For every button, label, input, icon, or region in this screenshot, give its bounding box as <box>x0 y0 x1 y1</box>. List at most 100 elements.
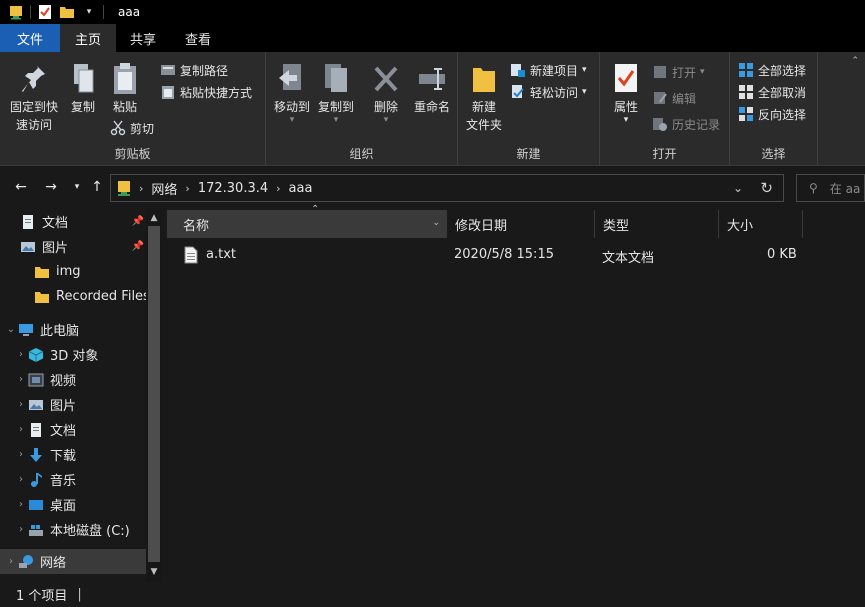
column-header-date[interactable]: 修改日期 <box>447 210 595 238</box>
delete-label: 删除 <box>373 100 398 114</box>
move-to-button[interactable]: 移动到 ▾ <box>270 62 314 125</box>
nav-downloads[interactable]: › 下载 <box>0 442 146 467</box>
column-header-name[interactable]: ⌃ 名称 ⌄ <box>167 204 447 238</box>
nav-pictures[interactable]: › 图片 <box>0 392 146 417</box>
text-file-icon <box>184 246 198 264</box>
table-row[interactable]: a.txt 2020/5/8 15:15 文本文档 0 KB <box>162 244 802 266</box>
nav-scrollbar[interactable]: ▲ ▼ <box>146 208 162 582</box>
breadcrumb-network[interactable]: 网络 <box>151 179 177 198</box>
collapsed-chevron-icon[interactable]: › <box>14 474 28 485</box>
file-name[interactable]: a.txt <box>206 247 236 262</box>
recent-locations-chevron-icon[interactable]: ▾ <box>68 178 86 196</box>
nav-desktop[interactable]: › 桌面 <box>0 492 146 517</box>
open-chevron-icon: ▾ <box>700 67 705 77</box>
copy-button[interactable]: 复制 <box>64 62 102 116</box>
edit-button[interactable]: 编辑 <box>652 88 696 108</box>
properties-button[interactable]: 属性 ▾ <box>606 62 646 125</box>
refresh-icon[interactable]: ↻ <box>760 179 773 197</box>
delete-x-icon <box>374 66 398 92</box>
search-box[interactable]: ⚲ 在 aa <box>796 174 865 202</box>
videos-icon <box>28 373 44 386</box>
address-history-chevron-icon[interactable]: ⌄ <box>733 181 743 195</box>
select-all-button[interactable]: 全部选择 <box>738 60 806 80</box>
tab-file[interactable]: 文件 <box>0 24 60 52</box>
nav-quick-pictures[interactable]: 图片 📌 <box>0 234 146 259</box>
collapsed-chevron-icon[interactable]: › <box>4 556 18 567</box>
column-header-size[interactable]: 大小 <box>719 210 803 238</box>
clipboard-group: 固定到快 速访问 复制 粘贴 复制路径 粘贴快捷方式 剪切 剪贴板 <box>0 52 266 166</box>
cut-button[interactable]: 剪切 <box>110 118 154 138</box>
collapsed-chevron-icon[interactable]: › <box>14 424 28 435</box>
easy-access-label: 轻松访问 <box>530 85 579 100</box>
new-folder-button[interactable]: 新建 文件夹 <box>462 62 506 134</box>
up-arrow-icon[interactable]: ↑ <box>88 178 106 196</box>
rename-button[interactable]: 重命名 <box>408 62 456 116</box>
column-header-type[interactable]: 类型 <box>595 210 719 238</box>
nav-local-disk-c[interactable]: › 本地磁盘 (C:) <box>0 517 146 542</box>
pinned-icon[interactable]: 📌 <box>132 216 144 227</box>
back-arrow-icon[interactable]: ← <box>12 178 30 196</box>
quick-access-separator <box>30 5 31 19</box>
nav-3d-objects[interactable]: › 3D 对象 <box>0 342 146 367</box>
customize-quick-access-icon[interactable]: ▾ <box>81 4 97 20</box>
file-date: 2020/5/8 15:15 <box>454 247 554 262</box>
tab-view[interactable]: 查看 <box>170 24 226 52</box>
paste-label: 粘贴 <box>112 100 137 114</box>
new-folder-icon <box>473 68 495 92</box>
nav-quick-documents[interactable]: 文档 📌 <box>0 209 146 234</box>
collapsed-chevron-icon[interactable]: › <box>14 399 28 410</box>
scrollbar-thumb[interactable] <box>148 226 160 562</box>
paste-shortcut-label: 粘贴快捷方式 <box>180 85 253 100</box>
collapsed-chevron-icon[interactable]: › <box>14 499 28 510</box>
breadcrumb-folder[interactable]: aaa <box>289 181 313 196</box>
address-bar[interactable]: › 网络 › 172.30.3.4 › aaa ⌄ ↻ <box>110 174 784 202</box>
easy-access-button[interactable]: 轻松访问 ▾ <box>510 82 587 102</box>
nav-item-label: 视频 <box>50 374 77 389</box>
network-folder-address-icon <box>118 181 130 196</box>
scroll-down-icon[interactable]: ▼ <box>146 564 162 580</box>
history-button[interactable]: 历史记录 <box>652 114 720 134</box>
forward-arrow-icon[interactable]: → <box>42 178 60 196</box>
nav-network[interactable]: › 网络 <box>0 549 146 574</box>
copy-to-label: 复制到 <box>317 100 354 114</box>
file-list: ⌃ 名称 ⌄ 修改日期 类型 大小 a.txt 2020/5/8 15:15 文… <box>162 204 865 582</box>
paste-button[interactable]: 粘贴 <box>106 62 144 116</box>
nav-quick-img[interactable]: img <box>0 259 146 284</box>
new-item-button[interactable]: 新建项目 ▾ <box>510 60 587 80</box>
copy-path-button[interactable]: 复制路径 <box>160 60 228 80</box>
ribbon-collapse-icon[interactable]: ⌃ <box>851 56 859 66</box>
nav-videos[interactable]: › 视频 <box>0 367 146 392</box>
copy-to-button[interactable]: 复制到 ▾ <box>314 62 358 125</box>
breadcrumb-separator-icon: › <box>139 181 144 195</box>
collapsed-chevron-icon[interactable]: › <box>14 449 28 460</box>
new-folder-quick-icon[interactable] <box>59 4 75 20</box>
organize-group-label: 组织 <box>349 147 374 161</box>
select-none-button[interactable]: 全部取消 <box>738 82 806 102</box>
paste-shortcut-button[interactable]: 粘贴快捷方式 <box>160 82 252 102</box>
nav-documents[interactable]: › 文档 <box>0 417 146 442</box>
nav-item-label: 图片 <box>50 399 77 414</box>
tab-home[interactable]: 主页 <box>60 24 116 52</box>
collapsed-chevron-icon[interactable]: › <box>14 349 28 360</box>
collapsed-chevron-icon[interactable]: › <box>14 374 28 385</box>
pin-to-quick-access-button[interactable]: 固定到快 速访问 <box>6 62 62 134</box>
invert-selection-button[interactable]: 反向选择 <box>738 104 806 124</box>
pinned-icon[interactable]: 📌 <box>132 241 144 252</box>
properties-quick-icon[interactable] <box>37 4 53 20</box>
collapsed-chevron-icon[interactable]: › <box>14 524 28 535</box>
network-folder-icon[interactable] <box>8 4 24 20</box>
scroll-up-icon[interactable]: ▲ <box>146 210 162 226</box>
tab-share[interactable]: 共享 <box>116 24 170 52</box>
nav-this-pc[interactable]: ⌄ 此电脑 <box>0 317 146 342</box>
open-button[interactable]: 打开 ▾ <box>652 62 705 82</box>
new-item-icon <box>511 64 525 77</box>
nav-quick-recorded-files[interactable]: Recorded Files <box>0 284 146 309</box>
download-icon <box>30 447 42 462</box>
expanded-chevron-icon[interactable]: ⌄ <box>4 324 18 335</box>
delete-button[interactable]: 删除 ▾ <box>364 62 408 125</box>
nav-music[interactable]: › 音乐 <box>0 467 146 492</box>
column-filter-chevron-icon[interactable]: ⌄ <box>432 218 440 228</box>
column-size-label: 大小 <box>727 218 754 234</box>
desktop-icon <box>29 499 43 510</box>
breadcrumb-host[interactable]: 172.30.3.4 <box>198 181 268 196</box>
